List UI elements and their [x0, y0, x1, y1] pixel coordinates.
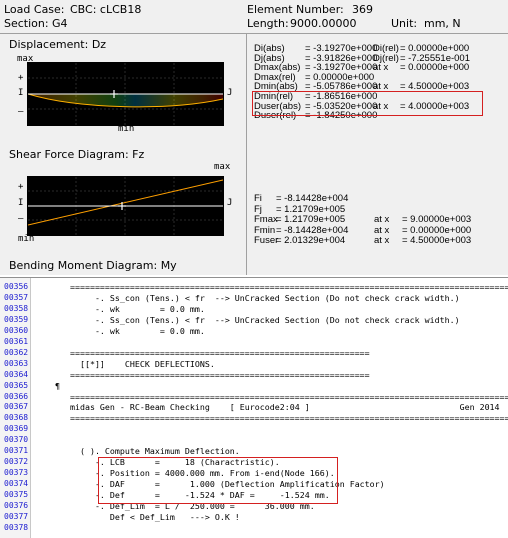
load-case-value: CBC: cLCB18 — [70, 3, 142, 16]
code-line-text: -. wk = 0.0 mm. — [35, 325, 205, 336]
shear-min-label: min — [18, 234, 35, 244]
line-number: 00363 — [4, 358, 29, 368]
line-number: 00365 — [4, 380, 29, 390]
shear-row-value: = -8.14428e+004 — [276, 224, 349, 236]
shear-plus: + — [18, 182, 24, 192]
disp-plus: + — [18, 73, 24, 83]
disp-minus: – — [18, 107, 24, 117]
displacement-plot — [27, 62, 224, 126]
shear-row-value: = 1.21709e+005 — [276, 203, 346, 215]
shear-max-label: max — [214, 162, 231, 172]
shear-row-label: Fuser — [254, 235, 279, 246]
displacement-svg — [28, 63, 223, 125]
shear-row-value: = 2.01329e+004 — [276, 235, 346, 246]
line-number: 00376 — [4, 501, 29, 510]
element-number-label: Element Number: — [247, 3, 344, 16]
code-line-text: ( ). Compute Maximum Deflection. — [35, 446, 240, 457]
line-number: 00378 — [4, 522, 29, 532]
element-number-value: 369 — [352, 3, 373, 16]
line-number: 00370 — [4, 435, 29, 445]
bending-title: Bending Moment Diagram: My — [9, 259, 177, 272]
disp-row-value2: = 0.00000e+000 — [400, 62, 470, 74]
disp-end-i: I — [18, 88, 24, 98]
code-line-text: midas Gen - RC-Beam Checking [ Eurocode2… — [35, 402, 500, 413]
shear-end-i: I — [18, 198, 24, 208]
load-case-label: Load Case: — [4, 3, 65, 16]
line-number: 00369 — [4, 424, 29, 434]
line-number: 00362 — [4, 347, 29, 357]
shear-row-value: = -8.14428e+004 — [276, 193, 349, 204]
shear-row-label: Fmax — [254, 214, 278, 225]
line-number: 00361 — [4, 336, 29, 346]
deflection-highlight-box — [98, 457, 338, 504]
line-number: 00367 — [4, 402, 29, 412]
shear-row-value2: = 0.00000e+000 — [402, 224, 472, 236]
code-line-text: ¶ — [35, 380, 60, 391]
shear-row-value2: = 9.00000e+003 — [402, 214, 472, 225]
result-panel: Load Case: CBC: cLCB18 Section: G4 Eleme… — [0, 0, 508, 275]
length-label: Length: — [247, 17, 289, 30]
shear-row-label: Fmin — [254, 224, 276, 236]
code-line-text: ========================================… — [35, 347, 370, 358]
code-line-text: ========================================… — [35, 391, 508, 402]
line-number: 00372 — [4, 457, 29, 467]
shear-svg — [28, 177, 223, 235]
shear-row-value2: = 4.50000e+003 — [402, 235, 472, 246]
shear-row-label2: at x — [374, 224, 390, 236]
line-number: 00357 — [4, 292, 29, 302]
disp-end-j: J — [227, 88, 233, 98]
line-number: 00377 — [4, 511, 29, 521]
line-number: 00359 — [4, 314, 29, 324]
header-info: Load Case: CBC: cLCB18 Section: G4 Eleme… — [0, 0, 508, 34]
shear-row-label2: at x — [374, 214, 390, 225]
unit-value: mm, N — [424, 17, 461, 30]
displacement-title: Displacement: Dz — [9, 38, 107, 51]
code-line-text: ========================================… — [35, 369, 370, 380]
shear-title: Shear Force Diagram: Fz — [9, 148, 145, 161]
text-editor[interactable]: 00356 ==================================… — [0, 277, 508, 538]
shear-row-label2: at x — [374, 235, 390, 246]
code-line-text: -. Ss_con (Tens.) < fr --> UnCracked Sec… — [35, 292, 460, 303]
panel-divider — [246, 34, 247, 275]
line-number: 00364 — [4, 369, 29, 379]
code-line-text: ========================================… — [35, 282, 508, 292]
dmin-highlight-box — [252, 91, 483, 116]
line-number: 00375 — [4, 490, 29, 500]
shear-row-value: = 1.21709e+005 — [276, 214, 346, 225]
line-number: 00358 — [4, 303, 29, 313]
unit-label: Unit: — [391, 17, 418, 30]
shear-plot — [27, 176, 224, 236]
code-line-text: Def < Def_Lim ---> O.K ! — [35, 511, 240, 522]
code-line-text: ========================================… — [35, 413, 508, 424]
section-label: Section: — [4, 17, 49, 30]
line-number: 00371 — [4, 446, 29, 456]
shear-row-label: Fj — [254, 203, 262, 215]
line-number: 00356 — [4, 282, 29, 291]
length-value: 9000.00000 — [290, 17, 357, 30]
shear-minus: – — [18, 214, 24, 224]
shear-row-label: Fi — [254, 193, 262, 204]
line-number: 00374 — [4, 479, 29, 489]
line-number: 00366 — [4, 391, 29, 401]
code-line-text: -. Ss_con (Tens.) < fr --> UnCracked Sec… — [35, 314, 460, 325]
line-number: 00368 — [4, 413, 29, 423]
disp-row-label2: at x — [373, 62, 389, 74]
disp-min-label: min — [118, 124, 135, 134]
code-line-text: [[*]] CHECK DEFLECTIONS. — [35, 358, 215, 369]
line-number: 00373 — [4, 468, 29, 478]
section-value: G4 — [52, 17, 68, 30]
code-line-text: -. wk = 0.0 mm. — [35, 303, 205, 314]
shear-end-j: J — [227, 198, 233, 208]
line-number: 00360 — [4, 325, 29, 335]
